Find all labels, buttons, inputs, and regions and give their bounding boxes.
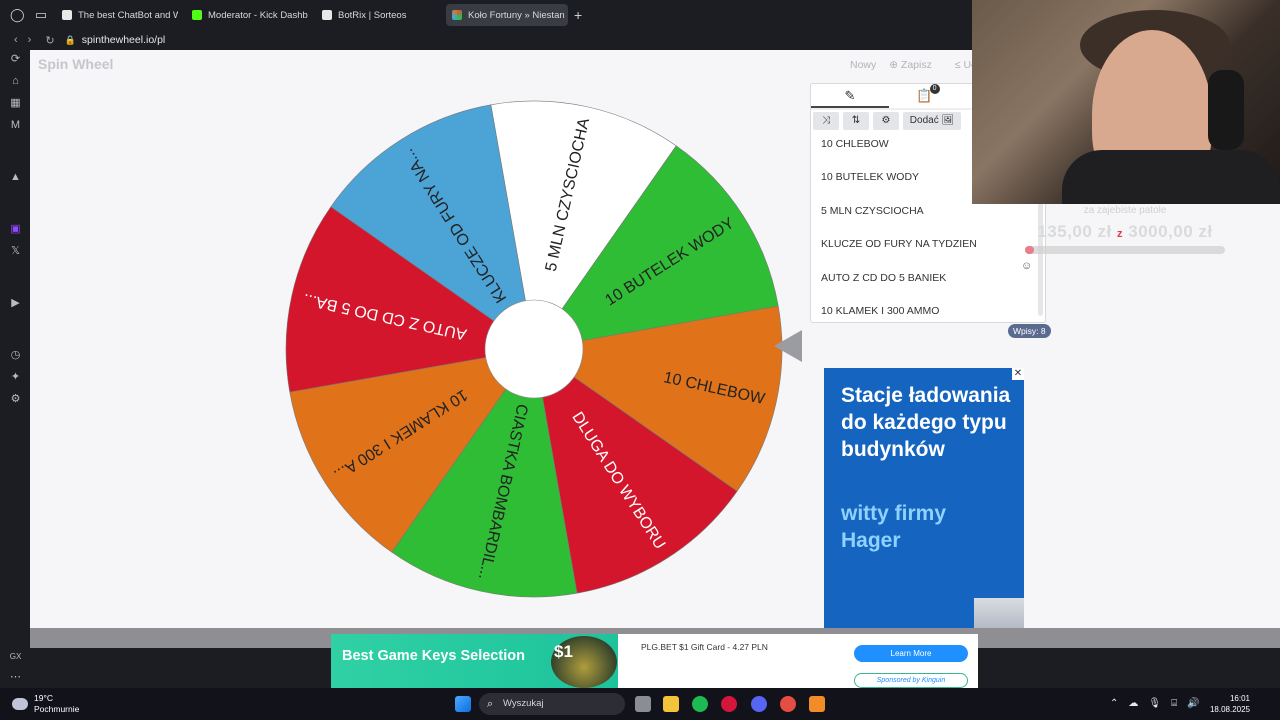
temperature: 19°C: [34, 693, 53, 703]
twitch-icon[interactable]: ▣: [9, 223, 22, 236]
close-icon[interactable]: ✕: [1012, 368, 1024, 380]
clock[interactable]: 16:01 18.08.2025: [1206, 693, 1250, 715]
settings-button[interactable]: ⚙: [873, 112, 899, 130]
banner-price: $1: [554, 642, 573, 661]
obs-icon[interactable]: [809, 696, 825, 712]
sort-button[interactable]: ⇅: [843, 112, 869, 130]
results-count-badge: 0: [929, 84, 940, 94]
spin-wheel-favicon-icon: [452, 10, 462, 20]
browser-tab-bar: ◯ ▭ The best ChatBot and Wi Moderator - …: [0, 0, 972, 30]
gallery-icon[interactable]: ▦: [9, 97, 22, 110]
donation-goal: za zajebiste patole 135,00 zł z 3000,00 …: [1020, 205, 1230, 265]
browser-sidebar: ⟳ ⌂ ▦ M ▲ ▣ 𝕏 ▶ ◷ ✦ ⚙ GX ⋯: [0, 50, 30, 688]
opera-menu-icon[interactable]: ◯: [10, 8, 25, 22]
save-button[interactable]: ⊕ Zapisz: [889, 59, 942, 71]
tab-spin-wheel[interactable]: Koło Fortuny » Niestan: [446, 4, 568, 26]
task-view-icon[interactable]: [635, 696, 651, 712]
player-icon[interactable]: ▶: [9, 297, 22, 310]
tab-favicon-icon: [62, 10, 72, 20]
kick-icon: [192, 10, 202, 20]
back-icon[interactable]: ‹: [14, 34, 18, 46]
tab-chatbot[interactable]: The best ChatBot and Wi: [56, 4, 178, 26]
ad-headline: Stacje ładowania do każdego typu budynkó…: [841, 384, 1011, 461]
lock-icon: 🔒: [64, 35, 76, 45]
gx-icon[interactable]: GX: [9, 650, 22, 663]
list-item: AUTO Z CD DO 5 BANIEK: [821, 271, 947, 284]
x-icon[interactable]: 𝕏: [9, 245, 22, 258]
pencil-icon: ✎: [844, 88, 856, 103]
tab-island-icon[interactable]: ▭: [34, 8, 48, 22]
banner-promo: Best Game Keys Selection $1: [331, 634, 618, 688]
spin-wheel-logo[interactable]: Spin Wheel: [38, 56, 113, 72]
messenger-icon[interactable]: M: [9, 119, 22, 132]
webcam-shirt: [1062, 150, 1280, 204]
discord-icon[interactable]: [751, 696, 767, 712]
address-bar: ‹ › ↻ 🔒 spinthewheel.io/pl: [0, 30, 972, 50]
wheel-pointer-icon: [774, 330, 802, 362]
webcam-overlay: [972, 0, 1280, 204]
ad-banner[interactable]: Best Game Keys Selection $1 PLG.BET $1 G…: [331, 634, 978, 688]
tab-edit[interactable]: ✎: [811, 84, 889, 108]
file-explorer-icon[interactable]: [663, 696, 679, 712]
weather-widget[interactable]: 19°C Pochmurnie: [12, 693, 79, 715]
tab-kick-dashboard[interactable]: Moderator - Kick Dashbo: [186, 4, 308, 26]
new-tab-button[interactable]: +: [574, 7, 582, 23]
headset-icon: [1208, 70, 1244, 150]
search-icon: ⌕: [487, 698, 494, 710]
taskbar: 19°C Pochmurnie ⌕ Wyszukaj ⌃☁🎙⌸🔊 16:01 18…: [0, 688, 1280, 720]
advertisement[interactable]: Stacje ładowania do każdego typu budynkó…: [824, 368, 1024, 648]
weather-label: Pochmurnie: [34, 704, 80, 714]
donation-title: za zajebiste patole: [1083, 205, 1167, 216]
add-image-button[interactable]: Dodać 🖼: [903, 112, 961, 130]
cloud-icon: [12, 698, 28, 710]
donation-progress-bar: [1025, 246, 1225, 254]
spotify-icon[interactable]: [692, 696, 708, 712]
settings-icon[interactable]: ⚙: [9, 393, 22, 406]
list-item: 5 MLN CZYSCIOCHA: [821, 204, 924, 217]
sponsor-label[interactable]: Sponsored by Kinguin: [854, 673, 968, 688]
new-button[interactable]: Nowy: [850, 59, 876, 71]
opera-gx-icon[interactable]: [721, 696, 737, 712]
banner-text: PLG.BET $1 Gift Card - 4.27 PLN: [641, 642, 768, 652]
donation-progress-fill: [1025, 246, 1034, 254]
learn-more-button[interactable]: Learn More: [854, 645, 968, 662]
system-tray[interactable]: ⌃☁🎙⌸🔊: [1110, 698, 1210, 709]
shuffle-button[interactable]: ⤨: [813, 112, 839, 130]
ad-subtitle: witty firmy Hager: [841, 502, 947, 552]
forward-icon[interactable]: ›: [28, 34, 32, 46]
windows-start-icon[interactable]: [455, 696, 471, 712]
entry-count-badge: Wpisy: 8: [1008, 324, 1051, 338]
tab-botrix[interactable]: BotRix | Sorteos: [316, 4, 438, 26]
app-icon[interactable]: [780, 696, 796, 712]
more-icon[interactable]: ⋯: [9, 671, 22, 684]
reload-icon[interactable]: ↻: [45, 34, 54, 47]
url-field[interactable]: 🔒 spinthewheel.io/pl: [65, 34, 166, 46]
tab-results[interactable]: 📋0: [889, 84, 967, 108]
extensions-icon[interactable]: ✦: [9, 371, 22, 384]
wheel-center[interactable]: [484, 299, 584, 399]
donation-amount: 135,00 zł z 3000,00 zł: [1037, 222, 1213, 241]
store-icon[interactable]: ⌂: [9, 75, 22, 88]
banner-title: Best Game Keys Selection: [342, 648, 525, 664]
aria-icon[interactable]: ▲: [9, 171, 22, 184]
history-icon[interactable]: ⟳: [9, 53, 22, 66]
taskbar-search[interactable]: ⌕ Wyszukaj: [479, 693, 625, 715]
clock-icon[interactable]: ◷: [9, 349, 22, 362]
list-item: KLUCZE OD FURY NA TYDZIEN: [821, 238, 977, 251]
botrix-icon: [322, 10, 332, 20]
spin-wheel[interactable]: 10 CHLEBOWDLUGA DO WYBORUCIASTKA BOMBARD…: [284, 99, 784, 599]
